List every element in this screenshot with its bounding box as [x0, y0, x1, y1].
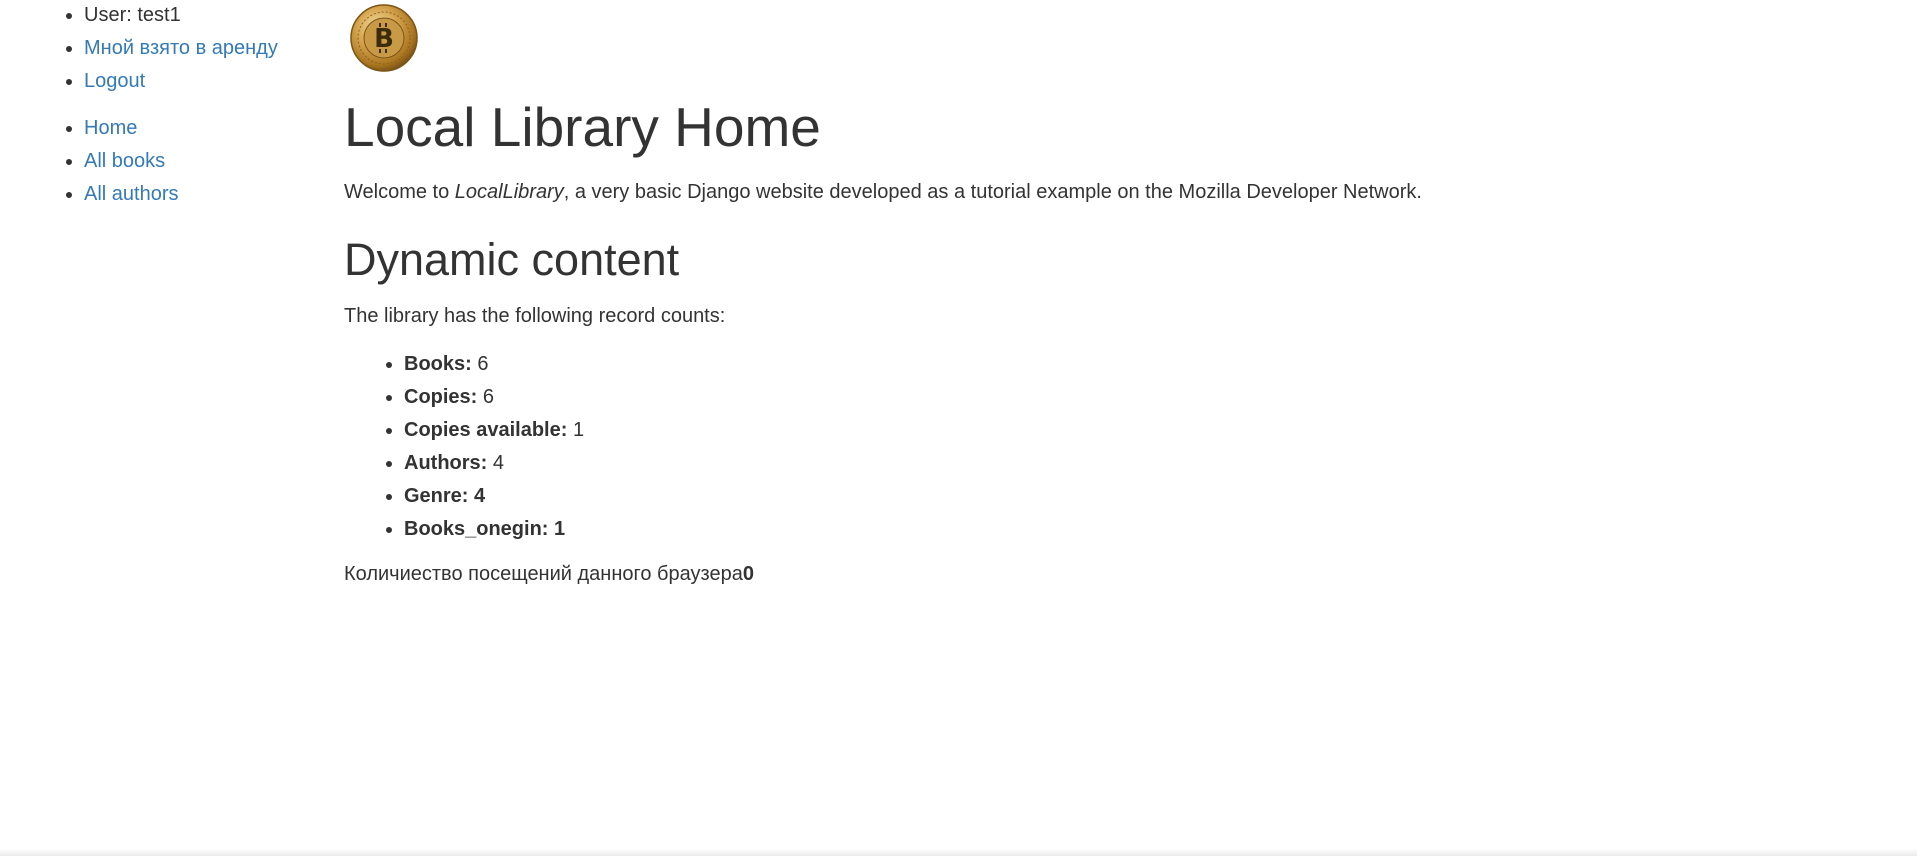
page-title: Local Library Home — [344, 96, 821, 158]
record-counts-intro: The library has the following record cou… — [344, 305, 726, 327]
welcome-site-name: LocalLibrary — [454, 181, 564, 203]
count-label: Copies: — [404, 386, 478, 408]
welcome-suffix: , a very basic Django website developed … — [563, 181, 1422, 203]
welcome-text: Welcome to LocalLibrary, a very basic Dj… — [344, 176, 1422, 209]
count-value: 6 — [482, 386, 495, 408]
all-books-link[interactable]: All books — [84, 150, 165, 172]
count-label: Copies available: — [404, 419, 568, 441]
list-item: Books: 6 — [404, 348, 584, 381]
bitcoin-icon: B — [350, 4, 418, 72]
list-item: Books_onegin: 1 — [404, 513, 584, 546]
count-label: Books_onegin: — [404, 518, 549, 540]
count-value: 1 — [572, 419, 585, 441]
page-bottom-edge — [0, 848, 1917, 856]
list-item: Copies available: 1 — [404, 414, 584, 447]
section-title: Dynamic content — [344, 234, 680, 285]
user-label: User: test1 — [84, 4, 181, 26]
count-value: 4 — [492, 452, 505, 474]
svg-text:B: B — [374, 24, 394, 54]
visit-count-value: 0 — [742, 563, 754, 585]
home-link[interactable]: Home — [84, 117, 137, 139]
count-label: Authors: — [404, 452, 488, 474]
list-item: Authors: 4 — [404, 447, 584, 480]
logout-link[interactable]: Logout — [84, 70, 145, 92]
list-item: Copies: 6 — [404, 381, 584, 414]
count-label: Books: — [404, 353, 472, 375]
account-nav: User: test1 Мной взято в аренду Logout — [0, 0, 404, 98]
count-value: 4 — [474, 485, 486, 507]
record-counts-list: Books: 6 Copies: 6 Copies available: 1 A… — [344, 348, 584, 546]
visit-count-text: Количиество посещений данного браузера0 — [344, 558, 754, 591]
count-value: 6 — [477, 353, 489, 375]
all-authors-link[interactable]: All authors — [84, 183, 179, 205]
welcome-prefix: Welcome to — [344, 181, 455, 203]
list-item: Genre: 4 — [404, 480, 584, 513]
count-value: 1 — [554, 518, 566, 540]
count-label: Genre: — [404, 485, 469, 507]
visit-count-label: Количиество посещений данного браузера — [344, 563, 743, 585]
borrowed-books-link[interactable]: Мной взято в аренду — [84, 37, 278, 59]
